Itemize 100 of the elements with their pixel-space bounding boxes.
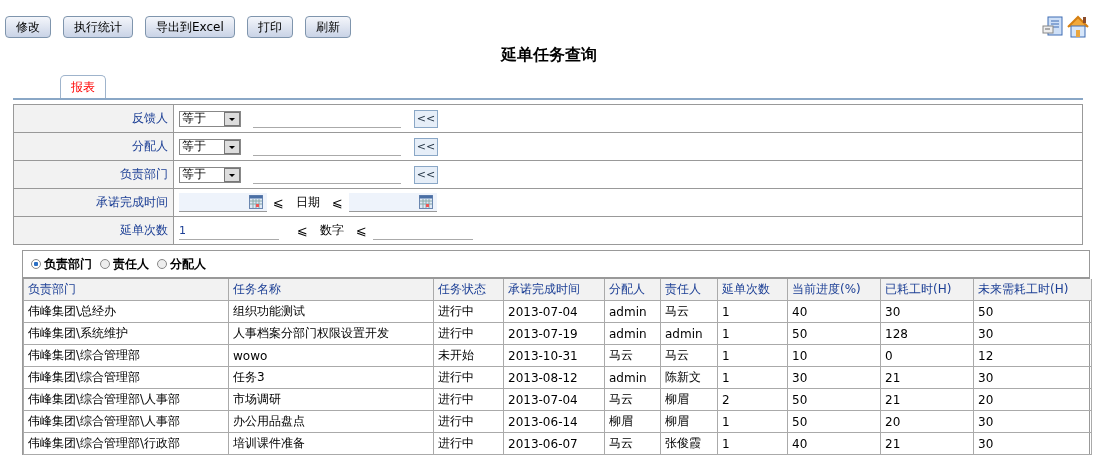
table-cell: 进行中 <box>433 388 504 411</box>
column-header[interactable]: 分配人 <box>604 279 661 301</box>
column-header[interactable]: 责任人 <box>660 279 718 301</box>
filter-label: 分配人 <box>14 133 174 160</box>
calendar-icon[interactable] <box>418 195 433 209</box>
table-cell: 伟峰集团\综合管理部 <box>23 344 229 367</box>
table-cell: 50 <box>973 300 1092 323</box>
filter-label: 负责部门 <box>14 161 174 188</box>
table-cell: admin <box>604 300 661 323</box>
group-radio[interactable]: 分配人 <box>157 255 206 273</box>
dropdown-icon <box>224 167 240 182</box>
operator-select[interactable]: 等于 <box>179 166 241 183</box>
input-field[interactable]: 1 <box>179 221 279 240</box>
column-header[interactable]: 承诺完成时间 <box>503 279 605 301</box>
table-cell: 40 <box>787 432 881 455</box>
column-header[interactable]: 已耗工时(H) <box>880 279 974 301</box>
table-cell: 伟峰集团\综合管理部\人事部 <box>23 410 229 433</box>
range-label: 日期 <box>295 194 320 211</box>
table-cell: 马云 <box>604 344 661 367</box>
table-cell: 40 <box>787 300 881 323</box>
table-cell: 21 <box>880 388 974 411</box>
table-cell: 组织功能测试 <box>228 300 434 323</box>
filter-label: 承诺完成时间 <box>14 189 174 216</box>
table-cell: admin <box>660 322 718 345</box>
toolbar-button[interactable]: 执行统计 <box>63 16 133 38</box>
table-cell: 进行中 <box>433 300 504 323</box>
table-cell: 马云 <box>604 432 661 455</box>
table-cell: admin <box>604 366 661 389</box>
date-field[interactable] <box>179 193 267 212</box>
group-radio[interactable]: 责任人 <box>100 255 149 273</box>
pick-button[interactable]: << <box>414 109 438 128</box>
table-cell: 30 <box>787 366 881 389</box>
table-cell: 办公用品盘点 <box>228 410 434 433</box>
table-cell: 1 <box>717 410 788 433</box>
table-cell: 12 <box>973 344 1092 367</box>
table-cell: 未开始 <box>433 344 504 367</box>
table-cell: 1 <box>717 432 788 455</box>
table-cell: 50 <box>787 322 881 345</box>
radio-icon[interactable] <box>31 259 41 269</box>
table-cell: 2 <box>717 388 788 411</box>
table-cell: 30 <box>880 300 974 323</box>
column-header[interactable]: 未来需耗工时(H) <box>973 279 1092 301</box>
group-radio[interactable]: 负责部门 <box>31 255 92 273</box>
dropdown-icon <box>224 111 240 126</box>
table-cell: 进行中 <box>433 410 504 433</box>
home-icon[interactable] <box>1066 15 1090 39</box>
operator-text: ⩽ <box>331 195 343 210</box>
table-cell: 1 <box>717 366 788 389</box>
toolbar-button[interactable]: 修改 <box>5 16 51 38</box>
table-cell: 人事档案分部门权限设置开发 <box>228 322 434 345</box>
range-label: 数字 <box>319 222 344 239</box>
table-cell: 进行中 <box>433 322 504 345</box>
table-cell: 陈新文 <box>660 366 718 389</box>
table-cell: 2013-08-12 <box>503 366 605 389</box>
toolbar-button[interactable]: 导出到Excel <box>145 16 235 38</box>
table-cell: 20 <box>880 410 974 433</box>
table-cell: admin <box>604 322 661 345</box>
column-header[interactable]: 负责部门 <box>23 279 229 301</box>
table-cell: 柳眉 <box>604 410 661 433</box>
table-cell: 培训课件准备 <box>228 432 434 455</box>
report-tab[interactable]: 报表 <box>60 75 106 98</box>
table-cell: 马云 <box>660 344 718 367</box>
table-cell: 伟峰集团\综合管理部 <box>23 366 229 389</box>
table-cell: 进行中 <box>433 432 504 455</box>
table-cell: 马云 <box>660 300 718 323</box>
radio-icon[interactable] <box>100 259 110 269</box>
table-cell: 20 <box>973 388 1092 411</box>
column-header[interactable]: 任务名称 <box>228 279 434 301</box>
date-field[interactable] <box>348 193 437 212</box>
column-header[interactable]: 任务状态 <box>433 279 504 301</box>
table-cell: 2013-07-19 <box>503 322 605 345</box>
column-header[interactable]: 当前进度(%) <box>787 279 881 301</box>
table-cell: 柳眉 <box>660 388 718 411</box>
table-cell: 伟峰集团\综合管理部\行政部 <box>23 432 229 455</box>
calendar-icon[interactable] <box>249 195 263 209</box>
pick-button[interactable]: << <box>414 165 438 184</box>
operator-text: ⩽ <box>297 223 308 238</box>
radio-icon[interactable] <box>157 259 167 269</box>
pick-button[interactable]: << <box>414 137 438 156</box>
filter-label: 反馈人 <box>14 105 174 132</box>
table-cell: 1 <box>717 300 788 323</box>
operator-text: ⩽ <box>273 195 284 210</box>
table-cell: 30 <box>973 366 1092 389</box>
toolbar-button[interactable]: 刷新 <box>304 16 351 38</box>
table-cell: 128 <box>880 322 974 345</box>
dropdown-icon <box>224 139 240 154</box>
table-cell: wowo <box>228 344 434 367</box>
table-cell: 1 <box>717 322 788 345</box>
operator-select[interactable]: 等于 <box>179 110 241 127</box>
operator-select[interactable]: 等于 <box>179 138 241 155</box>
table-cell: 2013-06-14 <box>503 410 605 433</box>
column-header[interactable]: 延单次数 <box>717 279 788 301</box>
table-cell: 马云 <box>604 388 661 411</box>
table-cell: 进行中 <box>433 366 504 389</box>
table-cell: 10 <box>787 344 881 367</box>
table-cell: 50 <box>787 410 881 433</box>
table-cell: 50 <box>787 388 881 411</box>
toolbar-button[interactable]: 打印 <box>246 16 293 38</box>
table-cell: 0 <box>880 344 974 367</box>
table-cell: 30 <box>973 410 1092 433</box>
